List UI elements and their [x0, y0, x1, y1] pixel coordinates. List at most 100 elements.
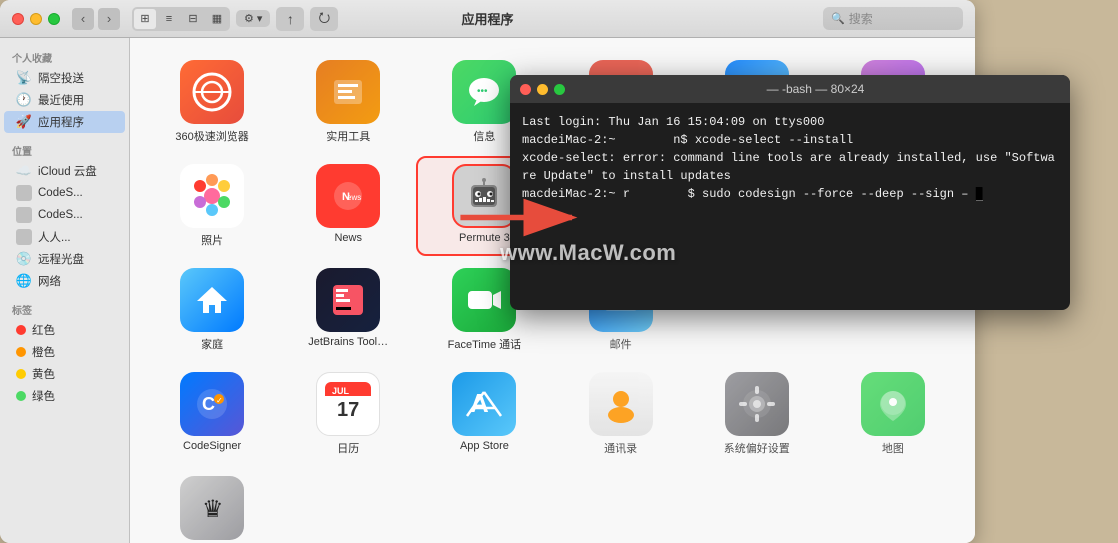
arrange-chevron: ▾ [257, 12, 263, 25]
terminal-line-2: macdeiMac-2:~ n$ xcode-select --install [522, 131, 1058, 149]
app-item-news[interactable]: News News [282, 158, 414, 254]
column-view-button[interactable]: ⊟ [182, 9, 204, 29]
app-icon-contacts [589, 372, 653, 436]
terminal-titlebar: — -bash — 80×24 [510, 75, 1070, 103]
app-label-codesigner: CodeSigner [183, 440, 241, 452]
app-icon-jetbrains [316, 268, 380, 332]
sidebar-item-orange[interactable]: 橙色 [4, 341, 125, 363]
forward-button[interactable]: › [98, 8, 120, 30]
terminal-line-1: Last login: Thu Jan 16 15:04:09 on ttys0… [522, 113, 1058, 131]
app-label-news: News [334, 232, 362, 244]
arrange-button[interactable]: ⚙ ▾ [236, 10, 270, 27]
red-arrow [455, 195, 585, 240]
sidebar-item-green-label: 绿色 [32, 388, 55, 404]
svg-text:•••: ••• [477, 86, 488, 97]
app-icon-photos [180, 164, 244, 228]
sidebar: 个人收藏 📡 隔空投送 🕐 最近使用 🚀 应用程序 位置 ☁️ iCloud 云… [0, 38, 130, 543]
terminal-minimize-button[interactable] [537, 84, 548, 95]
favorites-section-header: 个人收藏 [0, 46, 129, 67]
sidebar-item-apps-label: 应用程序 [38, 114, 84, 130]
svg-text:ews: ews [347, 193, 361, 202]
airdrop-icon: 📡 [16, 70, 32, 86]
app-icon-360browser [180, 60, 244, 124]
remote-icon: 💿 [16, 251, 32, 267]
app-item-360browser[interactable]: 360极速浏览器 [146, 54, 278, 150]
app-label-maps: 地图 [882, 440, 904, 456]
svg-text:A: A [470, 388, 489, 418]
sidebar-item-codes2-label: CodeS... [38, 209, 83, 221]
app-item-photos[interactable]: 照片 [146, 158, 278, 254]
app-label-photos: 照片 [201, 232, 223, 248]
search-box[interactable]: 🔍 搜索 [823, 7, 963, 30]
minimize-button[interactable] [30, 13, 42, 25]
terminal-close-button[interactable] [520, 84, 531, 95]
sidebar-item-icloud[interactable]: ☁️ iCloud 云盘 [4, 160, 125, 182]
app-label-360browser: 360极速浏览器 [175, 128, 248, 144]
app-icon-maps [861, 372, 925, 436]
sidebar-item-airdrop-label: 隔空投送 [38, 70, 84, 86]
sidebar-item-recents[interactable]: 🕐 最近使用 [4, 89, 125, 111]
gallery-view-button[interactable]: ▦ [206, 9, 228, 29]
app-item-contacts[interactable]: 通讯录 [555, 366, 687, 462]
sidebar-item-network[interactable]: 🌐 网络 [4, 270, 125, 292]
app-label-messages: 信息 [473, 128, 495, 144]
terminal-maximize-button[interactable] [554, 84, 565, 95]
app-icon-codesigner: C ✓ [180, 372, 244, 436]
sidebar-item-recents-label: 最近使用 [38, 92, 84, 108]
sidebar-item-codes2[interactable]: CodeS... [4, 204, 125, 226]
app-label-facetime: FaceTime 通话 [448, 336, 522, 352]
yellow-tag-dot [16, 369, 26, 379]
arrange-icon: ⚙ [244, 12, 254, 25]
app-item-jetbrains[interactable]: JetBrains Toolbox [282, 262, 414, 358]
app-icon-news: News [316, 164, 380, 228]
back-button[interactable]: ‹ [72, 8, 94, 30]
search-icon: 🔍 [831, 12, 845, 25]
app-item-calendar[interactable]: JUL 17 日历 [282, 366, 414, 462]
sidebar-item-codes1-label: CodeS... [38, 187, 83, 199]
app-label-tools: 实用工具 [326, 128, 370, 144]
app-icon-sysprefs [725, 372, 789, 436]
sidebar-item-red[interactable]: 红色 [4, 319, 125, 341]
terminal-window: — -bash — 80×24 Last login: Thu Jan 16 1… [510, 75, 1070, 310]
network-icon: 🌐 [16, 273, 32, 289]
sidebar-item-apps[interactable]: 🚀 应用程序 [4, 111, 125, 133]
app-item-home[interactable]: 家庭 [146, 262, 278, 358]
maximize-button[interactable] [48, 13, 60, 25]
app-item-maps[interactable]: 地图 [827, 366, 959, 462]
icon-view-button[interactable]: ⊞ [134, 9, 156, 29]
sidebar-item-airdrop[interactable]: 📡 隔空投送 [4, 67, 125, 89]
codes1-icon [16, 185, 32, 201]
orange-tag-dot [16, 347, 26, 357]
action-button[interactable]: ⭮ [310, 7, 338, 31]
sidebar-item-red-label: 红色 [32, 322, 55, 338]
terminal-line-3: xcode-select: error: command line tools … [522, 149, 1058, 185]
app-icon-tools [316, 60, 380, 124]
app-item-codesigner[interactable]: C ✓ CodeSigner [146, 366, 278, 462]
list-view-button[interactable]: ≡ [158, 9, 180, 29]
share-button[interactable]: ↑ [276, 7, 304, 31]
recents-icon: 🕐 [16, 92, 32, 108]
sidebar-item-yellow[interactable]: 黄色 [4, 363, 125, 385]
svg-text:JUL: JUL [332, 386, 350, 396]
search-placeholder: 搜索 [849, 10, 873, 27]
sidebar-item-people[interactable]: 人人... [4, 226, 125, 248]
app-item-chess[interactable]: ♛ 国际象棋 [146, 470, 278, 543]
terminal-body[interactable]: Last login: Thu Jan 16 15:04:09 on ttys0… [510, 103, 1070, 310]
icloud-icon: ☁️ [16, 163, 32, 179]
sidebar-item-green[interactable]: 绿色 [4, 385, 125, 407]
app-item-tools[interactable]: 实用工具 [282, 54, 414, 150]
close-button[interactable] [12, 13, 24, 25]
red-tag-dot [16, 325, 26, 335]
sidebar-item-codes1[interactable]: CodeS... [4, 182, 125, 204]
window-title: 应用程序 [461, 9, 513, 28]
app-label-home: 家庭 [201, 336, 223, 352]
sidebar-item-remote[interactable]: 💿 远程光盘 [4, 248, 125, 270]
app-item-appstore[interactable]: A App Store [418, 366, 550, 462]
app-icon-messages: ••• [452, 60, 516, 124]
app-icon-appstore: A [452, 372, 516, 436]
app-label-sysprefs: 系统偏好设置 [724, 440, 790, 456]
watermark: www.MacW.com [500, 240, 676, 266]
people-icon [16, 229, 32, 245]
app-item-sysprefs[interactable]: 系统偏好设置 [691, 366, 823, 462]
app-label-calendar: 日历 [337, 440, 359, 456]
